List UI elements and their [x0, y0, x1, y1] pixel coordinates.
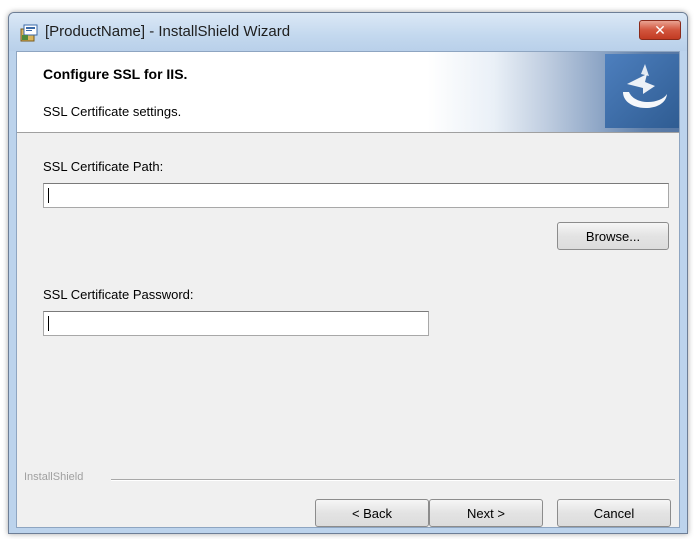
page-title: Configure SSL for IIS.: [43, 66, 188, 82]
text-caret: [48, 188, 49, 203]
browse-button[interactable]: Browse...: [557, 222, 669, 250]
title-bar[interactable]: [ProductName] - InstallShield Wizard ✕: [9, 13, 687, 51]
cert-password-label: SSL Certificate Password:: [43, 287, 194, 302]
page-subtitle: SSL Certificate settings.: [43, 104, 182, 119]
close-icon: ✕: [654, 21, 666, 38]
next-button[interactable]: Next >: [429, 499, 543, 527]
installer-package-icon: [19, 23, 39, 43]
header-banner: Configure SSL for IIS. SSL Certificate s…: [17, 52, 679, 133]
window-title: [ProductName] - InstallShield Wizard: [45, 23, 291, 40]
cert-path-label: SSL Certificate Path:: [43, 159, 164, 174]
close-button[interactable]: ✕: [639, 20, 681, 40]
cert-path-input[interactable]: [43, 183, 669, 208]
installshield-logo-icon: [605, 54, 679, 128]
cancel-button[interactable]: Cancel: [557, 499, 671, 527]
dialog-body: Configure SSL for IIS. SSL Certificate s…: [16, 51, 680, 528]
text-caret: [48, 316, 49, 331]
back-button[interactable]: < Back: [315, 499, 429, 527]
installshield-brand-label: InstallShield: [24, 471, 84, 483]
cert-password-input[interactable]: [43, 311, 429, 336]
installer-window: [ProductName] - InstallShield Wizard ✕ C…: [8, 12, 688, 534]
footer-divider: [111, 479, 675, 481]
